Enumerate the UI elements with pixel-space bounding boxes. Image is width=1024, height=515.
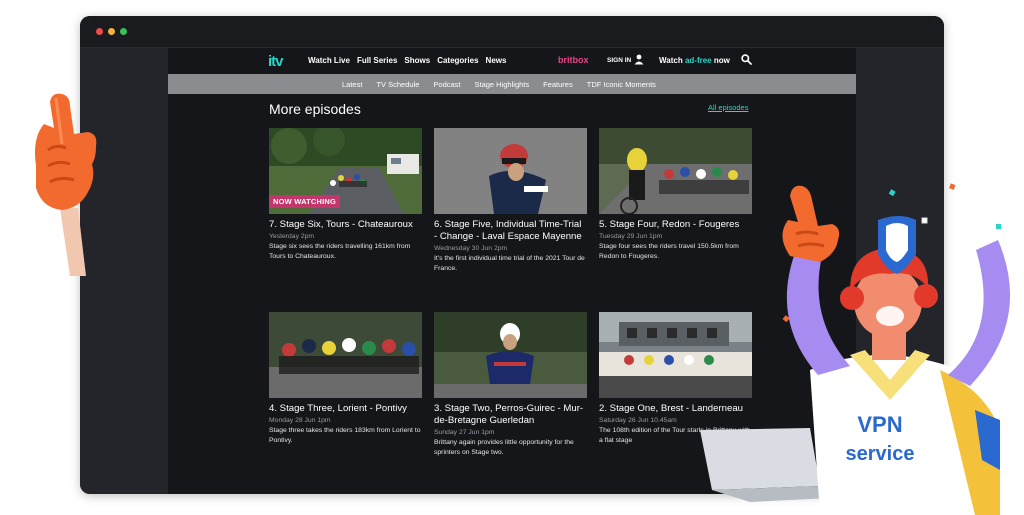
user-icon[interactable] — [634, 54, 644, 65]
watch-ad-free-link[interactable]: Watch ad-free now — [659, 56, 730, 65]
episode-card[interactable]: 4. Stage Three, Lorient - Pontivy Monday… — [269, 312, 422, 445]
sign-in-link[interactable]: SIGN IN — [607, 57, 631, 64]
watch-prefix: Watch — [659, 56, 685, 65]
episode-thumbnail[interactable] — [434, 312, 587, 398]
stage: itv Watch Live Full Series Shows Categor… — [0, 0, 1024, 515]
episode-thumbnail[interactable] — [269, 312, 422, 398]
itv-logo[interactable]: itv — [268, 53, 283, 70]
subnav-latest[interactable]: Latest — [342, 80, 362, 89]
foam-finger-left-icon — [35, 93, 97, 276]
nav-links: Watch Live Full Series Shows Categories … — [308, 56, 506, 65]
episode-card[interactable]: 6. Stage Five, Individual Time-Trial - C… — [434, 128, 587, 273]
britbox-logo[interactable]: britbox — [558, 55, 589, 65]
nav-shows[interactable]: Shows — [404, 56, 430, 65]
episode-date: Wednesday 30 Jun 2pm — [434, 245, 508, 252]
subnav-tv-schedule[interactable]: TV Schedule — [376, 80, 419, 89]
episode-title[interactable]: 3. Stage Two, Perros-Guirec - Mur-de-Bre… — [434, 403, 587, 427]
episode-date: Yesterday 2pm — [269, 233, 315, 240]
close-window-button[interactable] — [96, 28, 103, 35]
episode-title[interactable]: 7. Stage Six, Tours - Chateauroux — [269, 219, 422, 231]
top-nav: itv Watch Live Full Series Shows Categor… — [168, 48, 856, 74]
watch-accent: ad-free — [684, 56, 712, 65]
sub-nav: Latest TV Schedule Podcast Stage Highlig… — [168, 74, 856, 94]
watch-suffix: now — [711, 56, 730, 65]
minimize-window-button[interactable] — [108, 28, 115, 35]
nav-news[interactable]: News — [486, 56, 507, 65]
subnav-tdf-iconic-moments[interactable]: TDF Iconic Moments — [587, 80, 656, 89]
episode-title[interactable]: 6. Stage Five, Individual Time-Trial - C… — [434, 219, 587, 243]
episode-description: Stage six sees the riders travelling 161… — [269, 243, 411, 260]
subnav-features[interactable]: Features — [543, 80, 573, 89]
maximize-window-button[interactable] — [120, 28, 127, 35]
episode-description: Brittany again provides little opportuni… — [434, 439, 574, 456]
vpn-mascot-illustration: VPN service — [700, 183, 1011, 515]
episode-description: Stage three takes the riders 183km from … — [269, 427, 421, 444]
window-titlebar — [80, 16, 944, 48]
nav-categories[interactable]: Categories — [437, 56, 478, 65]
episode-image — [434, 128, 587, 214]
subnav-podcast[interactable]: Podcast — [433, 80, 460, 89]
search-icon[interactable] — [741, 54, 752, 65]
episode-image — [269, 312, 422, 398]
mascot-shirt-text-vpn: VPN — [857, 412, 902, 437]
episode-date: Sunday 27 Jun 1pm — [434, 429, 495, 436]
nav-full-series[interactable]: Full Series — [357, 56, 397, 65]
episode-description: It's the first individual time trial of … — [434, 255, 585, 272]
now-watching-badge: NOW WATCHING — [269, 195, 341, 208]
episode-image — [434, 312, 587, 398]
episode-title[interactable]: 4. Stage Three, Lorient - Pontivy — [269, 403, 422, 415]
all-episodes-link[interactable]: All episodes — [708, 103, 748, 112]
episode-thumbnail[interactable]: NOW WATCHING — [269, 128, 422, 214]
mascot-shirt-text-service: service — [846, 443, 915, 465]
episode-card[interactable]: 3. Stage Two, Perros-Guirec - Mur-de-Bre… — [434, 312, 587, 457]
episode-card[interactable]: NOW WATCHING 7. Stage Six, Tours - Chate… — [269, 128, 422, 261]
subnav-stage-highlights[interactable]: Stage Highlights — [475, 80, 530, 89]
section-title: More episodes — [269, 101, 361, 117]
nav-watch-live[interactable]: Watch Live — [308, 56, 350, 65]
episode-thumbnail[interactable] — [434, 128, 587, 214]
episode-date: Monday 28 Jun 1pm — [269, 417, 331, 424]
